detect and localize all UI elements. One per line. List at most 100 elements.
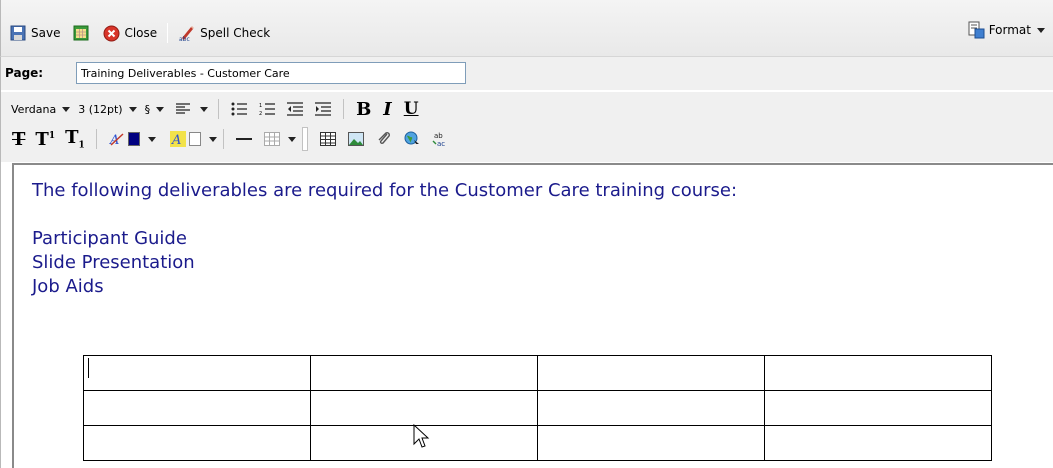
chevron-down-icon [200, 106, 209, 112]
save-label: Save [31, 26, 61, 40]
toolbar-separator [301, 127, 308, 151]
table-cell[interactable] [310, 355, 538, 391]
svg-text:ac: ac [437, 140, 445, 147]
insert-table-icon[interactable] [263, 130, 281, 148]
chevron-down-icon [128, 106, 137, 112]
insert-image-icon[interactable] [347, 130, 365, 148]
globe-link-icon[interactable] [403, 130, 421, 148]
font-family-value: Verdana [11, 102, 57, 116]
toolbar-separator [95, 129, 97, 149]
save-button[interactable]: Save [5, 21, 64, 45]
svg-text:abc: abc [179, 36, 190, 42]
toolbar-separator [218, 99, 220, 119]
underline-button[interactable]: U [404, 99, 419, 119]
toolbar-actions: Save Close abc Spell Check [5, 18, 274, 48]
format-label: Format [988, 23, 1031, 37]
text-color-swatch [127, 132, 140, 146]
table-row [83, 425, 992, 461]
table-cell[interactable] [537, 355, 765, 391]
spell-check-icon: abc [178, 24, 196, 42]
toolbar-separator [222, 129, 224, 149]
table-cell[interactable] [537, 390, 765, 426]
close-label: Close [124, 26, 158, 40]
horizontal-rule-icon[interactable] [235, 130, 253, 148]
formatting-row-1: Verdana 3 (12pt) § 12 B I U [7, 96, 425, 122]
table-cell[interactable] [537, 425, 765, 461]
superscript-mark: 1 [48, 130, 56, 141]
list-item: Job Aids [32, 276, 104, 297]
chevron-down-icon[interactable] [287, 136, 296, 142]
chevron-down-icon[interactable] [147, 136, 156, 142]
subscript-base: T [65, 127, 79, 149]
table-cell[interactable] [764, 355, 992, 391]
svg-text:A: A [109, 133, 119, 147]
text-color-icon[interactable]: A [108, 130, 126, 148]
editor-content: The following deliverables are required … [32, 179, 737, 299]
page-title-input[interactable] [76, 62, 466, 84]
intro-paragraph: The following deliverables are required … [32, 180, 738, 201]
formatting-toolbar: Verdana 3 (12pt) § 12 B I U T T1 T1 A A … [0, 92, 1053, 162]
indent-icon[interactable] [314, 100, 332, 118]
page-label: Page: [5, 66, 44, 80]
list-item: Slide Presentation [32, 252, 195, 273]
font-size-value: 3 (12pt) [78, 102, 123, 116]
calendar-grid-icon [72, 24, 90, 42]
format-menu-button[interactable]: Format [967, 21, 1045, 39]
page-name-row: Page: [0, 56, 1053, 90]
list-item: Participant Guide [32, 228, 187, 249]
subscript-mark: 1 [78, 140, 85, 151]
strikethrough-button[interactable]: T [12, 129, 25, 150]
calendar-button[interactable] [64, 21, 98, 45]
format-icon [967, 21, 985, 39]
paragraph-style-symbol: § [144, 102, 151, 116]
highlight-color-swatch [188, 132, 201, 146]
chevron-down-icon [1037, 27, 1045, 33]
spell-check-button[interactable]: abc Spell Check [174, 21, 274, 45]
svg-text:2: 2 [259, 111, 262, 116]
table-cell[interactable] [83, 425, 311, 461]
highlight-color-icon[interactable]: A [169, 130, 187, 148]
table-row [83, 355, 992, 391]
table-grid-icon[interactable] [319, 130, 337, 148]
chevron-down-icon [62, 106, 71, 112]
top-toolbar: Save Close abc Spell Check Format [0, 0, 1053, 60]
bold-button[interactable]: B [356, 99, 371, 120]
bulleted-list-icon[interactable] [230, 100, 248, 118]
chevron-down-icon [156, 106, 165, 112]
superscript-base: T [35, 128, 49, 150]
toolbar-separator [343, 99, 345, 119]
text-cursor [88, 358, 89, 378]
close-icon [102, 24, 120, 42]
table-cell[interactable] [83, 355, 311, 391]
align-select[interactable] [168, 100, 212, 118]
numbered-list-icon[interactable]: 12 [258, 100, 276, 118]
italic-button[interactable]: I [383, 99, 391, 120]
outdent-icon[interactable] [286, 100, 304, 118]
rich-text-editor[interactable]: The following deliverables are required … [12, 163, 1053, 468]
document-table[interactable] [83, 355, 992, 461]
chevron-down-icon[interactable] [208, 136, 217, 142]
font-family-select[interactable]: Verdana [7, 103, 74, 116]
table-cell[interactable] [83, 390, 311, 426]
paperclip-icon[interactable] [375, 130, 393, 148]
subscript-button[interactable]: T1 [65, 127, 85, 151]
svg-text:ab: ab [434, 132, 443, 140]
close-button[interactable]: Close [98, 21, 161, 45]
table-cell[interactable] [310, 390, 538, 426]
table-cell[interactable] [764, 425, 992, 461]
svg-text:1: 1 [259, 103, 262, 109]
table-cell[interactable] [764, 390, 992, 426]
find-replace-icon[interactable]: ab ac [431, 130, 449, 148]
table-row [83, 390, 992, 426]
superscript-button[interactable]: T1 [35, 129, 55, 150]
mouse-pointer-icon [413, 424, 430, 448]
spell-check-label: Spell Check [200, 26, 271, 40]
svg-text:A: A [171, 133, 181, 147]
toolbar-separator [167, 23, 169, 43]
align-left-icon [174, 100, 192, 118]
floppy-disk-icon [9, 24, 27, 42]
font-size-select[interactable]: 3 (12pt) [74, 103, 140, 116]
paragraph-style-select[interactable]: § [141, 103, 169, 116]
formatting-row-2: T T1 T1 A A ab ac [7, 126, 454, 152]
